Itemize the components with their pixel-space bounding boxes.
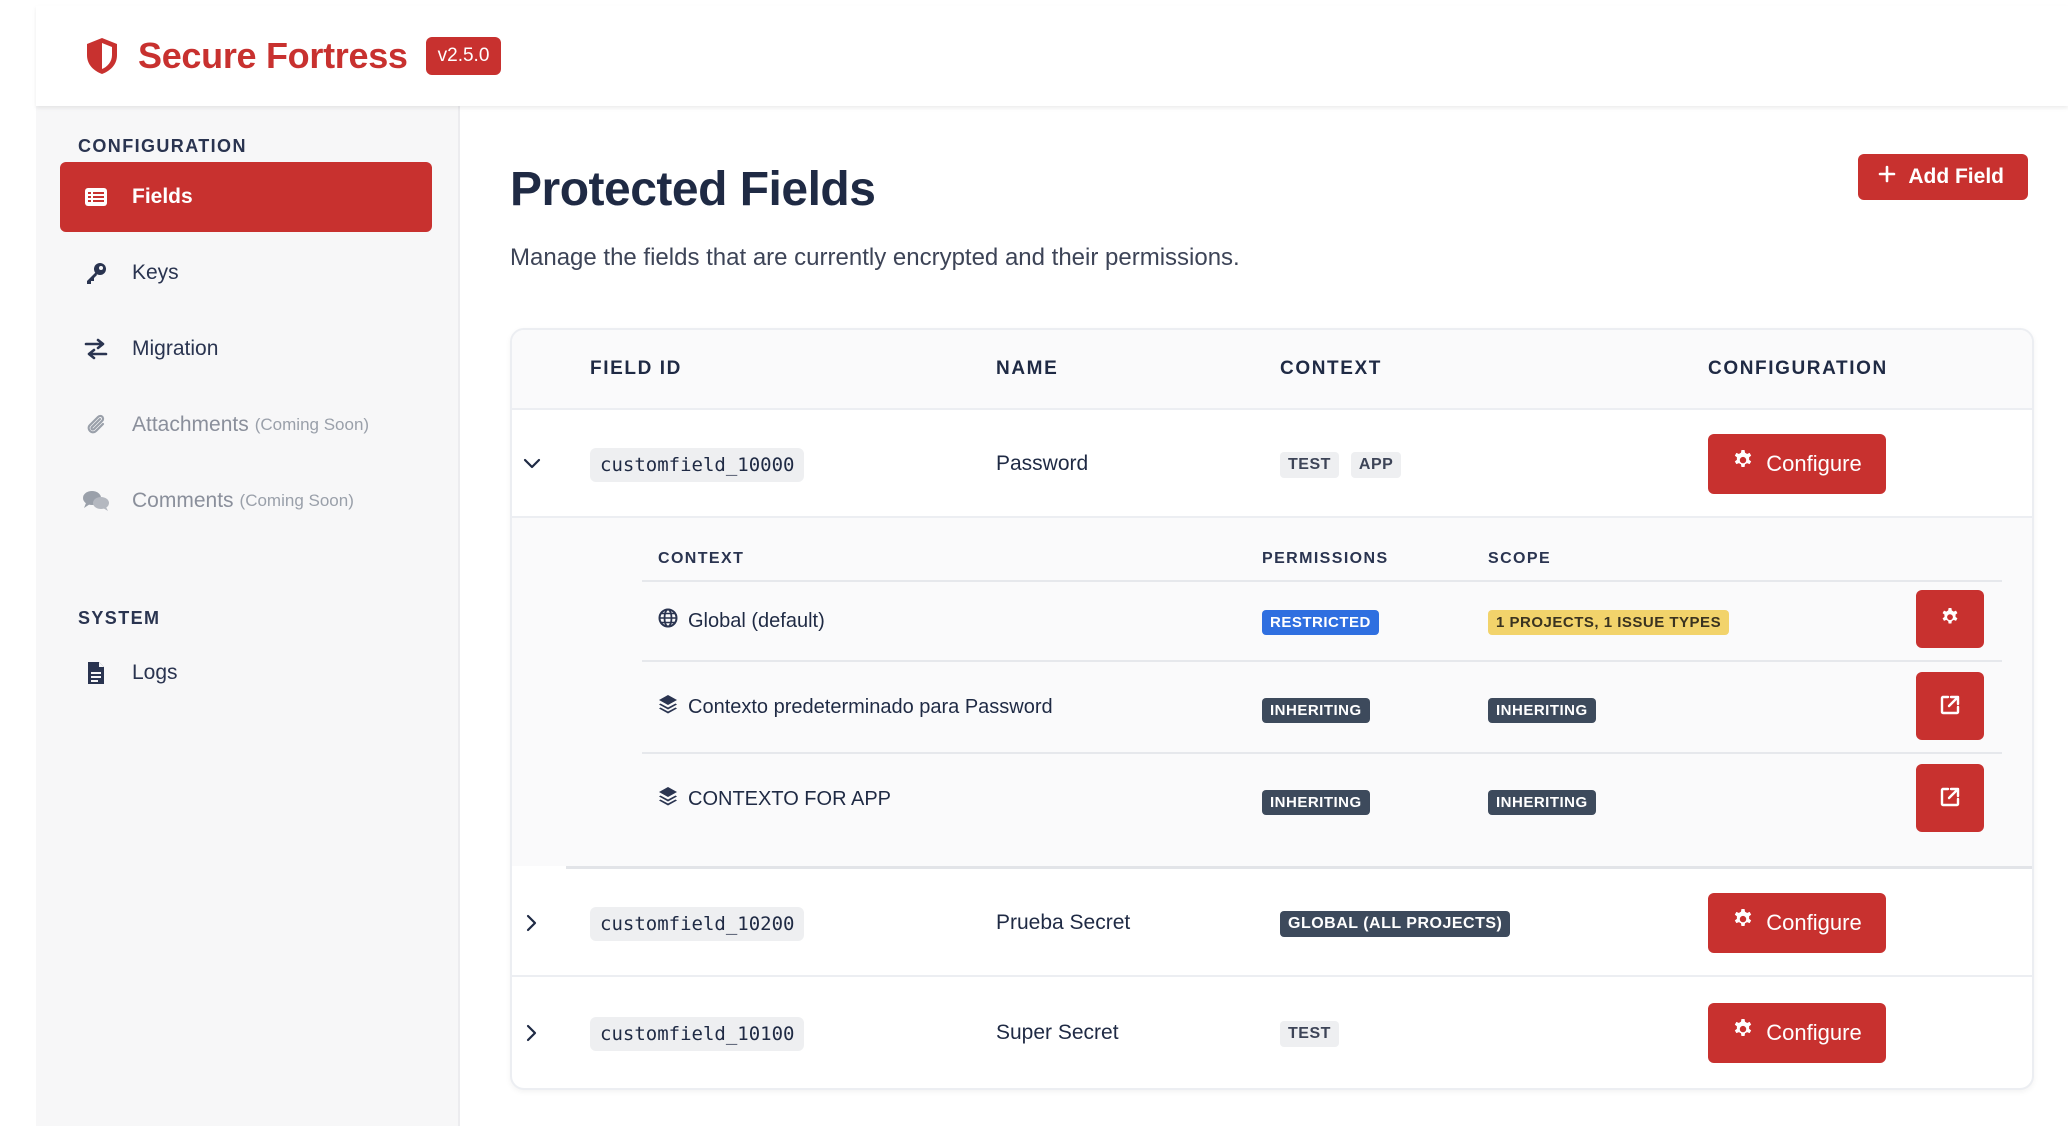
page-subtitle: Manage the fields that are currently enc… — [510, 244, 1240, 271]
table-header: FIELD ID NAME CONTEXT CONFIGURATION — [512, 330, 2032, 410]
main-content: Protected Fields Manage the fields that … — [460, 106, 2068, 1126]
sidebar-section-configuration: CONFIGURATION — [78, 136, 247, 156]
sidebar-item-comments: Comments (Coming Soon) — [60, 466, 432, 536]
scope-badge: 1 PROJECTS, 1 ISSUE TYPES — [1488, 610, 1730, 635]
field-name: Super Secret — [996, 1021, 1119, 1044]
table-row: customfield_10100 Super Secret TEST Conf… — [512, 977, 2032, 1087]
gear-icon — [1732, 909, 1754, 937]
context-name: Contexto predeterminado para Password — [688, 695, 1053, 718]
sidebar-item-label: Fields — [132, 185, 193, 208]
gear-icon — [1940, 607, 1960, 631]
gear-icon — [1732, 450, 1754, 478]
context-name-cell: Contexto predeterminado para Password — [658, 694, 1053, 720]
permissions-badge: RESTRICTED — [1262, 610, 1379, 635]
top-bar: Secure Fortress v2.5.0 — [36, 6, 2068, 106]
external-link-icon — [1939, 694, 1961, 719]
layers-icon — [658, 694, 678, 720]
gear-icon — [1732, 1019, 1754, 1047]
scope-badge: INHERITING — [1488, 698, 1596, 723]
configure-button[interactable]: Configure — [1708, 1003, 1886, 1063]
fields-table: FIELD ID NAME CONTEXT CONFIGURATION cust… — [510, 328, 2034, 1090]
sidebar-item-label: Comments — [132, 489, 234, 512]
table-row: customfield_10200 Prueba Secret GLOBAL (… — [512, 869, 2032, 977]
comments-icon — [82, 487, 110, 515]
context-row: Contexto predeterminado para Password IN… — [642, 660, 2002, 752]
globe-icon — [658, 608, 678, 634]
configure-button[interactable]: Configure — [1708, 434, 1886, 494]
sidebar-item-keys[interactable]: Keys — [60, 238, 432, 308]
sidebar-item-label: Migration — [132, 337, 219, 360]
expanded-contexts: CONTEXT PERMISSIONS SCOPE Global (defaul… — [512, 518, 2032, 866]
column-header-context: CONTEXT — [1280, 358, 1382, 379]
context-settings-button[interactable] — [1916, 590, 1984, 648]
layers-icon — [658, 786, 678, 812]
column-header-name: NAME — [996, 358, 1059, 379]
permissions-badge: INHERITING — [1262, 790, 1370, 815]
context-name: Global (default) — [688, 609, 825, 632]
add-field-button[interactable]: Add Field — [1858, 154, 2028, 200]
brand-name: Secure Fortress — [138, 35, 408, 76]
column-header-field-id: FIELD ID — [590, 358, 682, 379]
sidebar-item-attachments: Attachments (Coming Soon) — [60, 390, 432, 460]
sidebar-item-fields[interactable]: Fields — [60, 162, 432, 232]
open-context-button[interactable] — [1916, 764, 1984, 832]
version-badge: v2.5.0 — [425, 37, 502, 75]
sidebar-item-label: Attachments — [132, 413, 249, 436]
swap-icon — [82, 335, 110, 363]
context-tag: APP — [1350, 452, 1402, 478]
context-row: Global (default) RESTRICTED 1 PROJECTS, … — [642, 580, 2002, 660]
context-tags: TEST APP — [1280, 452, 1413, 478]
field-id: customfield_10100 — [590, 1017, 805, 1051]
file-icon — [82, 659, 110, 687]
add-field-label: Add Field — [1908, 165, 2004, 188]
app-root: Secure Fortress v2.5.0 CONFIGURATION Fie… — [6, 6, 2068, 1126]
context-tag: GLOBAL (ALL PROJECTS) — [1280, 911, 1511, 937]
sidebar: CONFIGURATION Fields Keys Migration Atta… — [36, 106, 460, 1126]
sidebar-section-system: SYSTEM — [78, 608, 161, 628]
key-icon — [82, 259, 110, 287]
chevron-down-icon[interactable] — [520, 452, 544, 476]
context-tags: TEST — [1280, 1021, 1351, 1047]
context-tag: TEST — [1280, 452, 1339, 478]
sidebar-item-migration[interactable]: Migration — [60, 314, 432, 384]
coming-soon-label: (Coming Soon) — [254, 415, 370, 434]
context-name-cell: CONTEXTO FOR APP — [658, 786, 891, 812]
list-icon — [82, 183, 110, 211]
open-context-button[interactable] — [1916, 672, 1984, 740]
sidebar-item-label: Logs — [132, 661, 178, 684]
configure-button[interactable]: Configure — [1708, 893, 1886, 953]
coming-soon-label: (Coming Soon) — [239, 491, 354, 510]
permissions-badge: INHERITING — [1262, 698, 1370, 723]
configure-label: Configure — [1766, 910, 1862, 935]
scope-badge: INHERITING — [1488, 790, 1596, 815]
configure-label: Configure — [1766, 451, 1862, 476]
configure-label: Configure — [1766, 1020, 1862, 1045]
page-title: Protected Fields — [510, 163, 876, 216]
field-name: Prueba Secret — [996, 911, 1131, 934]
sub-column-context: CONTEXT — [658, 550, 745, 567]
plus-icon — [1878, 165, 1896, 189]
context-name-cell: Global (default) — [658, 608, 825, 634]
field-name: Password — [996, 452, 1089, 475]
table-row: customfield_10000 Password TEST APP Confi… — [512, 410, 2032, 518]
context-name: CONTEXTO FOR APP — [688, 787, 891, 810]
sidebar-item-logs[interactable]: Logs — [60, 638, 432, 708]
field-id: customfield_10000 — [590, 448, 805, 482]
sidebar-item-label: Keys — [132, 261, 179, 284]
sub-column-permissions: PERMISSIONS — [1262, 550, 1389, 567]
context-tags: GLOBAL (ALL PROJECTS) — [1280, 911, 1522, 937]
chevron-right-icon[interactable] — [520, 911, 544, 935]
shield-icon — [84, 36, 120, 76]
column-header-configuration: CONFIGURATION — [1708, 358, 1888, 379]
context-row: CONTEXTO FOR APP INHERITING INHERITING — [642, 752, 2002, 844]
chevron-right-icon[interactable] — [520, 1021, 544, 1045]
context-tag: TEST — [1280, 1021, 1339, 1047]
paperclip-icon — [82, 411, 110, 439]
field-id: customfield_10200 — [590, 907, 805, 941]
sub-column-scope: SCOPE — [1488, 550, 1552, 567]
external-link-icon — [1939, 786, 1961, 811]
